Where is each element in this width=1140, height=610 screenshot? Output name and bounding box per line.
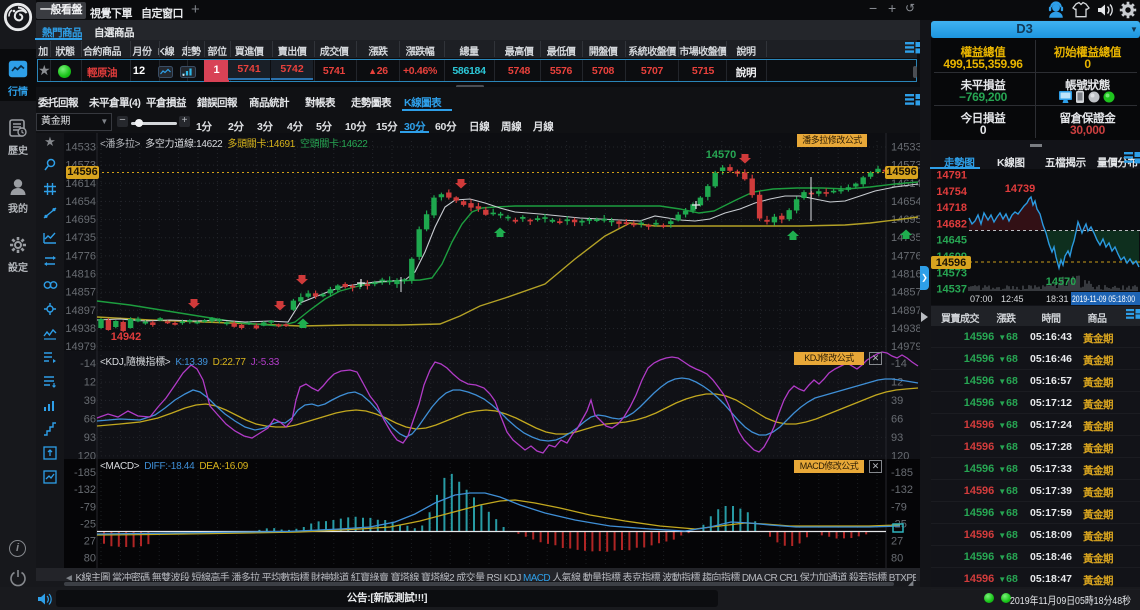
svg-text:12: 12 [84, 377, 96, 389]
svg-text:120: 120 [891, 450, 909, 459]
svg-text:12: 12 [891, 377, 903, 389]
svg-text:27: 27 [891, 536, 903, 548]
svg-text:-185: -185 [74, 467, 96, 479]
svg-text:14816: 14816 [891, 269, 920, 281]
svg-text:14695: 14695 [65, 214, 96, 226]
svg-text:14739: 14739 [1005, 183, 1036, 195]
svg-text:14533: 14533 [65, 142, 96, 154]
svg-text:14754: 14754 [936, 186, 967, 198]
svg-text:93: 93 [891, 432, 903, 444]
svg-text:14570: 14570 [1046, 276, 1077, 288]
svg-text:39: 39 [84, 395, 96, 407]
svg-text:-14: -14 [891, 358, 907, 370]
svg-text:66: 66 [891, 414, 903, 426]
svg-text:14645: 14645 [936, 235, 967, 247]
svg-text:14776: 14776 [65, 250, 96, 262]
svg-text:14573: 14573 [936, 267, 967, 279]
svg-text:14979: 14979 [891, 341, 920, 351]
svg-text:-132: -132 [74, 484, 96, 496]
svg-text:14654: 14654 [65, 196, 96, 208]
svg-text:14537: 14537 [936, 284, 967, 296]
svg-text:14938: 14938 [891, 323, 920, 335]
svg-text:14857: 14857 [891, 287, 920, 299]
svg-text:14857: 14857 [65, 287, 96, 299]
svg-text:120: 120 [78, 450, 96, 459]
svg-text:93: 93 [84, 432, 96, 444]
svg-text:14735: 14735 [65, 232, 96, 244]
svg-text:14533: 14533 [891, 142, 920, 154]
svg-text:14596: 14596 [936, 257, 967, 269]
svg-text:14570: 14570 [706, 149, 737, 161]
svg-text:80: 80 [84, 553, 96, 565]
svg-text:-14: -14 [80, 358, 96, 370]
svg-text:14816: 14816 [65, 269, 96, 281]
svg-text:14614: 14614 [65, 178, 96, 190]
svg-text:14979: 14979 [65, 341, 96, 351]
svg-text:14938: 14938 [65, 323, 96, 335]
svg-text:14654: 14654 [891, 196, 920, 208]
svg-text:-79: -79 [891, 501, 907, 513]
svg-text:14897: 14897 [891, 305, 920, 317]
svg-text:39: 39 [891, 395, 903, 407]
svg-text:★: ★ [44, 134, 56, 149]
svg-text:66: 66 [84, 414, 96, 426]
svg-text:14776: 14776 [891, 250, 920, 262]
svg-text:-79: -79 [80, 501, 96, 513]
svg-text:-185: -185 [891, 467, 913, 479]
svg-text:14942: 14942 [111, 331, 142, 343]
svg-text:14682: 14682 [936, 218, 967, 230]
svg-text:14897: 14897 [65, 305, 96, 317]
svg-text:-25: -25 [80, 518, 96, 530]
svg-text:80: 80 [891, 553, 903, 565]
svg-text:-132: -132 [891, 484, 913, 496]
svg-text:14791: 14791 [936, 170, 967, 182]
svg-text:14718: 14718 [936, 202, 967, 214]
svg-text:27: 27 [84, 536, 96, 548]
